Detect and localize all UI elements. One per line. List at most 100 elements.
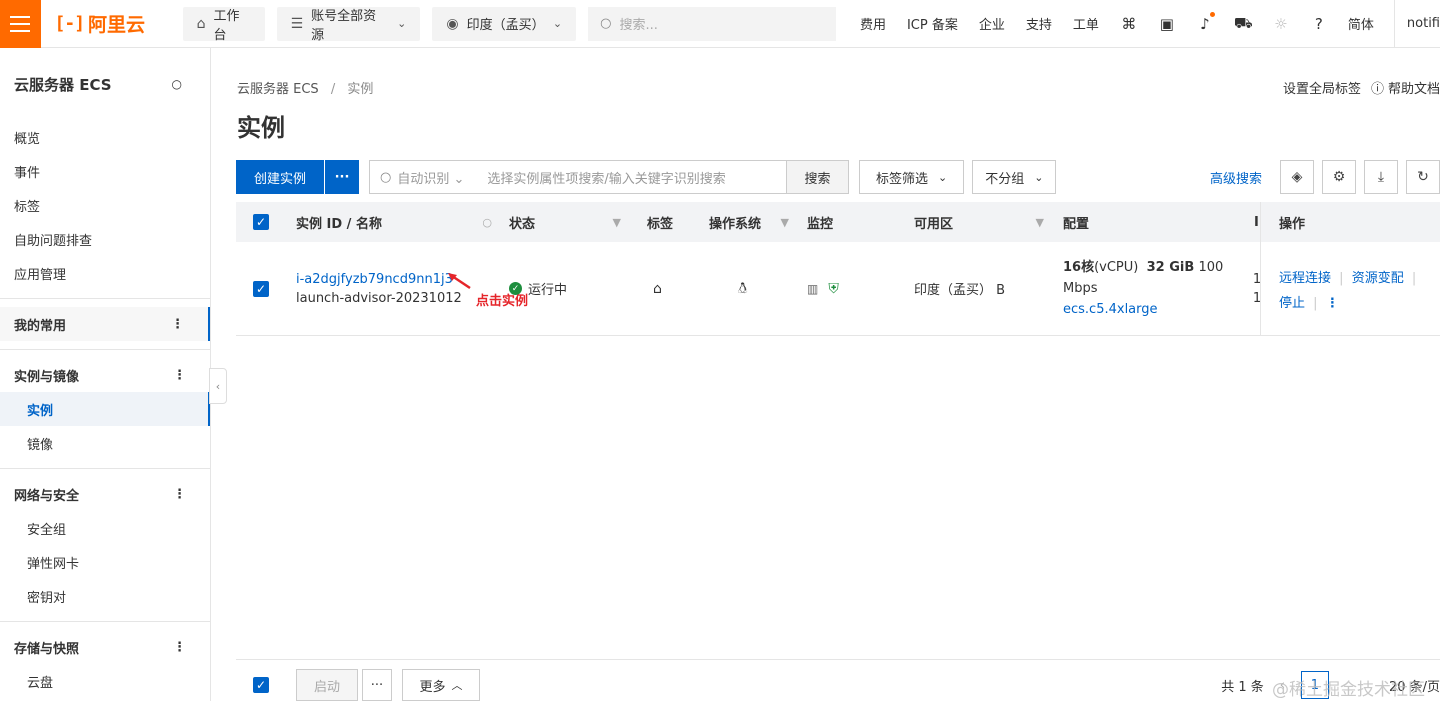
tag-filter-button[interactable]: 标签筛选 ⌄ [859, 160, 965, 194]
sidebar-group-instances-images[interactable]: 实例与镜像 ⋮ [0, 358, 210, 392]
language-switch[interactable]: 简体 [1348, 14, 1374, 33]
create-more-button[interactable]: ··· [325, 160, 360, 194]
home-icon: ⌂ [196, 15, 206, 32]
linux-icon: 🐧︎ [738, 278, 748, 297]
chevron-down-icon: ⌄ [397, 17, 407, 30]
aliyun-logo[interactable]: [-] 阿里云 [55, 10, 161, 37]
resize-link[interactable]: 资源变配 [1352, 271, 1404, 286]
sidebar-item-keypairs[interactable]: 密钥对 [0, 579, 210, 613]
search-button[interactable]: 搜索 [787, 160, 850, 194]
filter-icon[interactable]: ▼ [613, 216, 621, 229]
more-vertical-icon[interactable]: ⋮ [1326, 296, 1339, 311]
server-icon: ☰ [290, 15, 304, 32]
divider [0, 298, 210, 299]
lightbulb-icon[interactable]: ☼ [1272, 15, 1290, 33]
chevron-down-icon: ⌄ [552, 17, 563, 30]
resource-selector[interactable]: ☰ 账号全部资源 ⌄ [276, 6, 421, 43]
group-label: 网络与安全 [14, 488, 80, 504]
header-ops-label: 操作 [1279, 216, 1306, 232]
sidebar-item-disks[interactable]: 云盘 [0, 664, 210, 698]
chevron-down-icon: ⌄ [938, 170, 948, 184]
search-placeholder: 选择实例属性项搜索/输入关键字识别搜索 [487, 171, 726, 187]
download-icon[interactable]: ⤓ [1364, 160, 1398, 194]
sidebar-item-eni[interactable]: 弹性网卡 [0, 545, 210, 579]
shield-check-icon[interactable]: ⛨ [828, 281, 839, 297]
global-search-input[interactable]: ○ 搜索... [588, 6, 836, 41]
code-icon[interactable]: ⌘ [1120, 15, 1138, 33]
refresh-icon[interactable]: ↻ [1406, 160, 1440, 194]
sidebar-item-apps[interactable]: 应用管理 [0, 256, 210, 290]
header-os-label: 操作系统 [709, 216, 762, 232]
sidebar-item-security-groups[interactable]: 安全组 [0, 511, 210, 545]
account-area[interactable]: notifi [1393, 0, 1440, 48]
annotation-arrow-icon [448, 273, 471, 290]
search-icon[interactable]: ○ [172, 77, 182, 91]
more-vertical-icon[interactable]: ⋮ [173, 487, 186, 502]
cart-icon[interactable]: ⛟ [1234, 14, 1253, 34]
advanced-search-link[interactable]: 高级搜索 [1210, 168, 1262, 187]
grouping-dropdown[interactable]: 不分组 ⌄ [972, 160, 1057, 194]
page-title: 实例 [237, 114, 285, 142]
sidebar-title: 云服务器 ECS [14, 75, 112, 94]
footer-select-cell: ✓ [236, 669, 269, 701]
header-id-label: 实例 ID / 名称 [296, 216, 382, 232]
location-icon: ◉ [446, 15, 459, 32]
group-label: 实例与镜像 [14, 369, 80, 385]
link-enterprise[interactable]: 企业 [979, 14, 1005, 33]
sidebar-group-favorites[interactable]: 我的常用 ⋮ [0, 307, 210, 341]
link-icp[interactable]: ICP 备案 [907, 14, 958, 33]
more-vertical-icon[interactable]: ⋮ [173, 640, 186, 655]
row-checkbox[interactable]: ✓ [253, 280, 269, 297]
terminal-icon[interactable]: ▣ [1158, 15, 1176, 33]
more-actions-dropdown[interactable]: 更多 ︿ [402, 669, 480, 701]
chart-icon[interactable]: ▥ [807, 282, 818, 296]
notification-dot [1209, 11, 1215, 17]
total-count: 共 1 条 [1221, 679, 1264, 695]
sidebar-group-storage-snapshots[interactable]: 存储与快照 ⋮ [0, 630, 210, 664]
region-selector[interactable]: ◉ 印度（孟买） ⌄ [432, 6, 577, 41]
bandwidth-value: 100 [1198, 260, 1224, 275]
search-mode-dropdown[interactable]: 自动识别 ⌄ [397, 168, 487, 187]
footer-more-dots-button[interactable]: ··· [362, 669, 392, 701]
select-all-checkbox[interactable]: ✓ [253, 677, 269, 693]
sidebar-item-troubleshoot[interactable]: 自助问题排查 [0, 222, 210, 256]
filter-icon[interactable]: ▼ [781, 216, 789, 229]
table-header: ✓ 实例 ID / 名称 ○ 状态 ▼ 标签 操作系统 ▼ 监控 可用区 ▼ 配… [236, 202, 1440, 242]
divider [0, 468, 210, 469]
tag-icon[interactable]: ⌂ [653, 242, 662, 335]
group-label: 我的常用 [14, 318, 67, 334]
sidebar-item-events[interactable]: 事件 [0, 154, 210, 188]
memory-value: 32 GiB [1146, 260, 1195, 275]
instance-id-link[interactable]: i-a2dgjfyzb79ncd9nn1j3 [296, 272, 453, 287]
link-billing[interactable]: 费用 [860, 14, 886, 33]
help-icon[interactable]: ? [1310, 15, 1328, 33]
sidebar-item-overview[interactable]: 概览 [0, 120, 210, 154]
select-all-checkbox[interactable]: ✓ [253, 214, 269, 230]
sidebar-item-instances[interactable]: 实例 [0, 392, 210, 426]
stop-link[interactable]: 停止 [1279, 296, 1305, 311]
start-button[interactable]: 启动 [296, 669, 358, 701]
divider [0, 349, 210, 350]
help-docs-link[interactable]: 帮助文档 [1388, 78, 1440, 97]
batch-action-bar: ✓ 启动 ··· 更多 ︿ 共 1 条 ‹ 1 20 条/页 [236, 659, 1440, 701]
gear-icon[interactable]: ⚙ [1322, 160, 1356, 194]
sidebar-item-images[interactable]: 镜像 [0, 426, 210, 460]
more-vertical-icon[interactable]: ⋮ [173, 368, 186, 383]
layers-icon[interactable]: ◈ [1280, 160, 1314, 194]
breadcrumb-ecs[interactable]: 云服务器 ECS [237, 82, 319, 97]
sidebar-item-tags[interactable]: 标签 [0, 188, 210, 222]
more-vertical-icon[interactable]: ⋮ [171, 317, 184, 332]
bell-icon[interactable]: ♪ [1196, 11, 1215, 33]
sidebar-group-network-security[interactable]: 网络与安全 ⋮ [0, 477, 210, 511]
instance-spec-link[interactable]: ecs.c5.4xlarge [1063, 300, 1158, 319]
create-instance-button[interactable]: 创建实例 [236, 160, 325, 194]
instance-search-input[interactable]: ○ 自动识别 ⌄ 选择实例属性项搜索/输入关键字识别搜索 [369, 160, 788, 194]
menu-icon[interactable] [0, 0, 41, 48]
link-ticket[interactable]: 工单 [1073, 14, 1099, 33]
global-tags-link[interactable]: 设置全局标签 [1283, 78, 1361, 97]
workbench-button[interactable]: ⌂ 工作台 [182, 6, 265, 43]
filter-icon[interactable]: ▼ [1036, 216, 1044, 229]
remote-connect-link[interactable]: 远程连接 [1279, 271, 1331, 286]
link-support[interactable]: 支持 [1026, 14, 1052, 33]
search-icon[interactable]: ○ [482, 216, 492, 229]
